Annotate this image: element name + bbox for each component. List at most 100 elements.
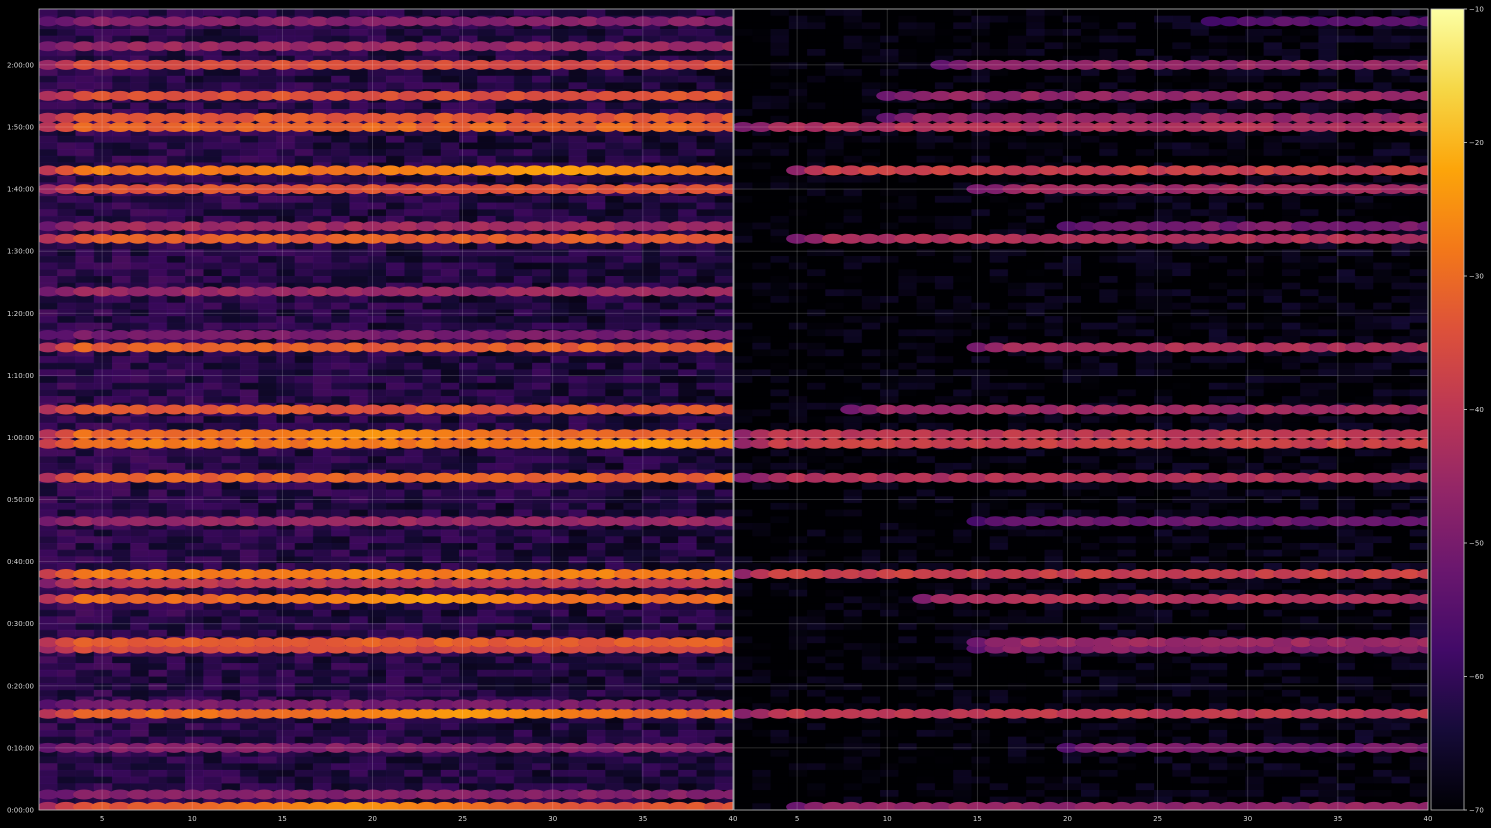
noise-cell — [312, 502, 332, 511]
noise-cell — [513, 209, 533, 217]
noise-cell — [404, 629, 424, 638]
noise-cell — [112, 689, 131, 698]
noise-cell — [130, 362, 150, 371]
noise-cell — [294, 276, 314, 284]
noise-cell — [404, 382, 424, 391]
noise-cell — [495, 623, 515, 631]
noise-cell — [148, 249, 168, 257]
noise-cell — [203, 456, 223, 464]
noise-cell — [513, 376, 533, 384]
noise-cell — [258, 302, 278, 310]
noise-cell — [112, 9, 131, 17]
noise-cell — [495, 663, 515, 671]
noise-cell — [513, 389, 533, 397]
noise-cell — [404, 262, 424, 270]
noise-cell — [568, 396, 588, 404]
noise-cell — [331, 449, 351, 457]
noise-cell — [605, 102, 625, 110]
noise-cell — [422, 256, 442, 264]
noise-cell — [513, 149, 533, 157]
noise-cell — [532, 416, 551, 424]
band — [39, 569, 733, 579]
noise-cell — [367, 316, 387, 324]
noise-cell — [148, 616, 168, 624]
noise-cell — [605, 676, 625, 684]
noise-cell — [459, 396, 478, 404]
noise-cell — [440, 322, 460, 330]
noise-cell — [166, 489, 186, 497]
noise-cell — [312, 496, 332, 504]
noise-cell — [221, 356, 241, 364]
noise-cell — [112, 723, 131, 731]
noise-cell — [696, 202, 716, 210]
noise-cell — [550, 783, 570, 791]
noise-cell — [513, 656, 533, 664]
noise-cell — [550, 769, 570, 778]
noise-cell — [294, 149, 314, 157]
noise-cell — [312, 356, 332, 364]
band — [39, 789, 733, 800]
noise-cell — [605, 242, 625, 250]
noise-cell — [678, 462, 698, 471]
noise-cell — [477, 102, 497, 110]
noise-cell — [386, 663, 405, 671]
noise-cell — [203, 276, 223, 284]
noise-cell — [239, 623, 259, 631]
noise-cell — [258, 142, 278, 150]
noise-cell — [75, 729, 95, 738]
noise-cell — [659, 629, 679, 638]
noise-cell — [714, 482, 733, 491]
noise-cell — [39, 656, 58, 664]
noise-cell — [641, 776, 661, 784]
noise-cell — [367, 603, 387, 611]
noise-cell — [203, 543, 223, 551]
noise-cell — [605, 736, 625, 744]
noise-cell — [459, 496, 478, 504]
noise-cell — [93, 209, 113, 217]
noise-cell — [623, 135, 643, 144]
noise-cell — [93, 276, 113, 284]
noise-cell — [258, 616, 278, 624]
noise-cell — [659, 382, 679, 391]
noise-cell — [185, 603, 204, 611]
noise-cell — [605, 496, 625, 504]
noise-cell — [641, 529, 661, 537]
noise-cell — [659, 723, 679, 731]
noise-cell — [440, 396, 460, 404]
noise-cell — [422, 763, 442, 771]
noise-cell — [312, 276, 332, 284]
noise-cell — [678, 382, 698, 391]
noise-cell — [550, 736, 570, 744]
noise-cell — [422, 529, 442, 537]
noise-cell — [276, 676, 296, 684]
noise-cell — [367, 556, 387, 564]
noise-cell — [276, 69, 296, 77]
noise-cell — [404, 509, 424, 517]
noise-cell — [659, 536, 679, 544]
noise-cell — [367, 249, 387, 257]
noise-cell — [459, 609, 478, 618]
noise-cell — [349, 456, 369, 464]
noise-cell — [586, 549, 606, 557]
noise-cell — [495, 603, 515, 611]
noise-cell — [422, 736, 442, 744]
noise-cell — [258, 376, 278, 384]
noise-cell — [276, 462, 296, 471]
noise-cell — [93, 175, 113, 184]
noise-cell — [130, 195, 150, 204]
noise-cell — [440, 683, 460, 691]
noise-cell — [312, 456, 332, 464]
noise-cell — [477, 449, 497, 457]
noise-cell — [367, 396, 387, 404]
noise-cell — [130, 736, 150, 744]
noise-cell — [166, 135, 186, 144]
noise-cell — [185, 729, 204, 738]
noise-cell — [605, 449, 625, 457]
noise-cell — [258, 683, 278, 691]
noise-cell — [39, 135, 58, 144]
noise-cell — [148, 729, 168, 738]
noise-cell — [312, 209, 332, 217]
noise-cell — [550, 262, 570, 270]
noise-cell — [659, 489, 679, 497]
noise-cell — [404, 396, 424, 404]
